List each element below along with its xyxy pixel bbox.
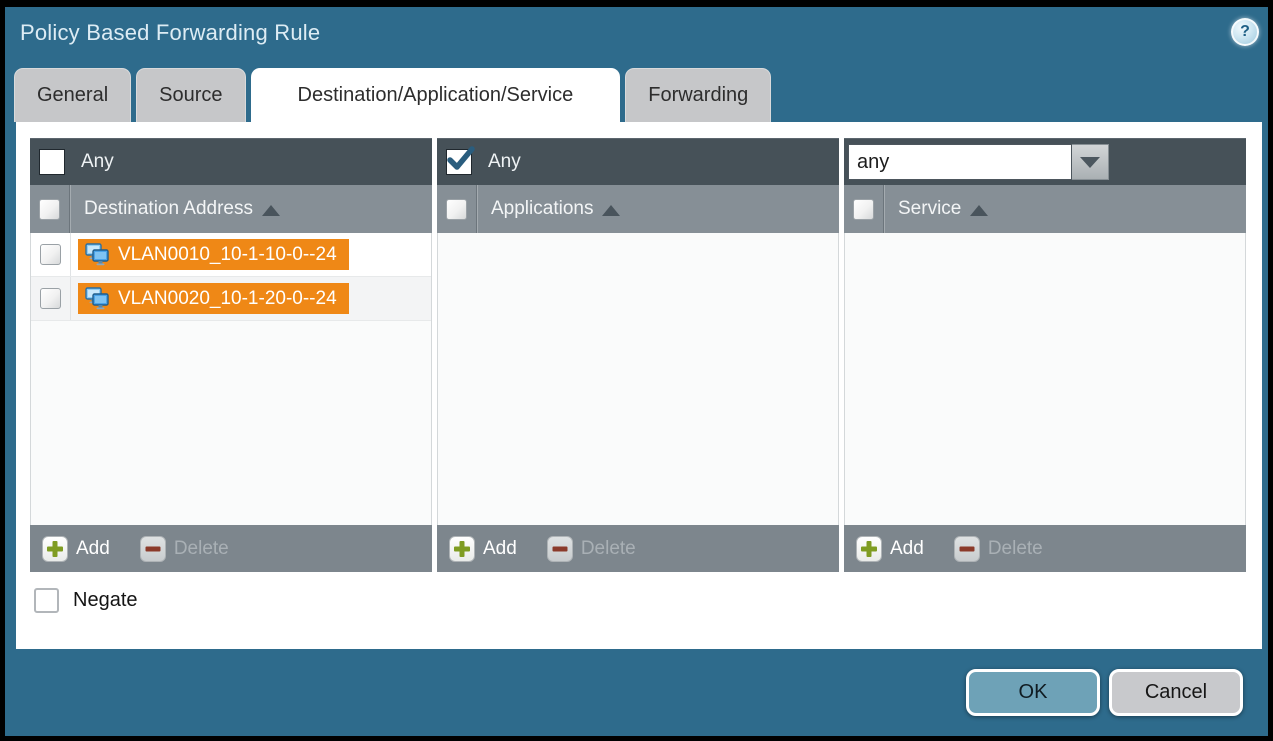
service-select-all-checkbox[interactable] xyxy=(853,199,874,220)
tab-destination-application-service[interactable]: Destination/Application/Service xyxy=(251,68,621,122)
destination-any-bar: Any xyxy=(30,138,432,185)
destination-column-header[interactable]: Destination Address xyxy=(84,198,253,220)
add-icon xyxy=(856,536,882,562)
tab-bar: General Source Destination/Application/S… xyxy=(14,68,771,122)
service-column-header[interactable]: Service xyxy=(898,198,961,220)
tab-general[interactable]: General xyxy=(14,68,131,122)
ok-button[interactable]: OK xyxy=(966,669,1100,716)
applications-toolbar: Add Delete xyxy=(437,525,839,572)
add-icon xyxy=(449,536,475,562)
delete-icon xyxy=(140,536,166,562)
table-row: VLAN0010_10-1-10-0--24 xyxy=(31,233,431,277)
network-address-icon xyxy=(84,243,110,267)
service-header-row: Service xyxy=(844,185,1246,233)
add-button[interactable]: Add xyxy=(449,536,517,562)
delete-button[interactable]: Delete xyxy=(954,536,1043,562)
destination-address-item[interactable]: VLAN0010_10-1-10-0--24 xyxy=(78,239,349,270)
delete-button[interactable]: Delete xyxy=(140,536,229,562)
sort-ascending-icon xyxy=(602,205,620,216)
sort-ascending-icon xyxy=(262,205,280,216)
delete-icon xyxy=(954,536,980,562)
destination-address-column: Any Destination Address xyxy=(30,138,432,572)
service-dropdown-bar xyxy=(844,138,1246,185)
negate-checkbox[interactable] xyxy=(34,588,59,613)
applications-list xyxy=(437,233,839,525)
destination-address-label: VLAN0010_10-1-10-0--24 xyxy=(118,244,337,266)
negate-label: Negate xyxy=(73,589,138,612)
applications-any-checkbox[interactable] xyxy=(446,149,472,175)
service-toolbar: Add Delete xyxy=(844,525,1246,572)
applications-column: Any Applications Add xyxy=(437,138,839,572)
dialog-title: Policy Based Forwarding Rule xyxy=(20,20,320,46)
chevron-down-icon xyxy=(1080,157,1100,168)
destination-any-checkbox[interactable] xyxy=(39,149,65,175)
service-dropdown xyxy=(848,144,1109,180)
negate-row: Negate xyxy=(34,588,138,613)
help-icon[interactable]: ? xyxy=(1231,18,1259,46)
checkmark-icon xyxy=(446,146,476,176)
applications-any-bar: Any xyxy=(437,138,839,185)
dropdown-button[interactable] xyxy=(1072,144,1109,180)
delete-button[interactable]: Delete xyxy=(547,536,636,562)
row-checkbox[interactable] xyxy=(40,244,61,265)
destination-any-label: Any xyxy=(81,151,114,173)
destination-header-row: Destination Address xyxy=(30,185,432,233)
applications-any-label: Any xyxy=(488,151,521,173)
delete-icon xyxy=(547,536,573,562)
cancel-button[interactable]: Cancel xyxy=(1109,669,1243,716)
destination-address-label: VLAN0020_10-1-20-0--24 xyxy=(118,288,337,310)
applications-column-header[interactable]: Applications xyxy=(491,198,593,220)
applications-header-row: Applications xyxy=(437,185,839,233)
add-button[interactable]: Add xyxy=(42,536,110,562)
applications-select-all-checkbox[interactable] xyxy=(446,199,467,220)
add-icon xyxy=(42,536,68,562)
table-row: VLAN0020_10-1-20-0--24 xyxy=(31,277,431,321)
tab-forwarding[interactable]: Forwarding xyxy=(625,68,771,122)
destination-address-item[interactable]: VLAN0020_10-1-20-0--24 xyxy=(78,283,349,314)
tab-content-panel: Any Destination Address xyxy=(16,122,1262,649)
destination-list: VLAN0010_10-1-10-0--24 xyxy=(30,233,432,525)
sort-ascending-icon xyxy=(970,205,988,216)
destination-toolbar: Add Delete xyxy=(30,525,432,572)
service-column: Service Add Delete xyxy=(844,138,1246,572)
add-button[interactable]: Add xyxy=(856,536,924,562)
network-address-icon xyxy=(84,287,110,311)
tab-source[interactable]: Source xyxy=(136,68,245,122)
service-dropdown-input[interactable] xyxy=(848,144,1072,180)
row-checkbox[interactable] xyxy=(40,288,61,309)
policy-based-forwarding-dialog: Policy Based Forwarding Rule ? General S… xyxy=(0,0,1273,741)
destination-select-all-checkbox[interactable] xyxy=(39,199,60,220)
service-list xyxy=(844,233,1246,525)
